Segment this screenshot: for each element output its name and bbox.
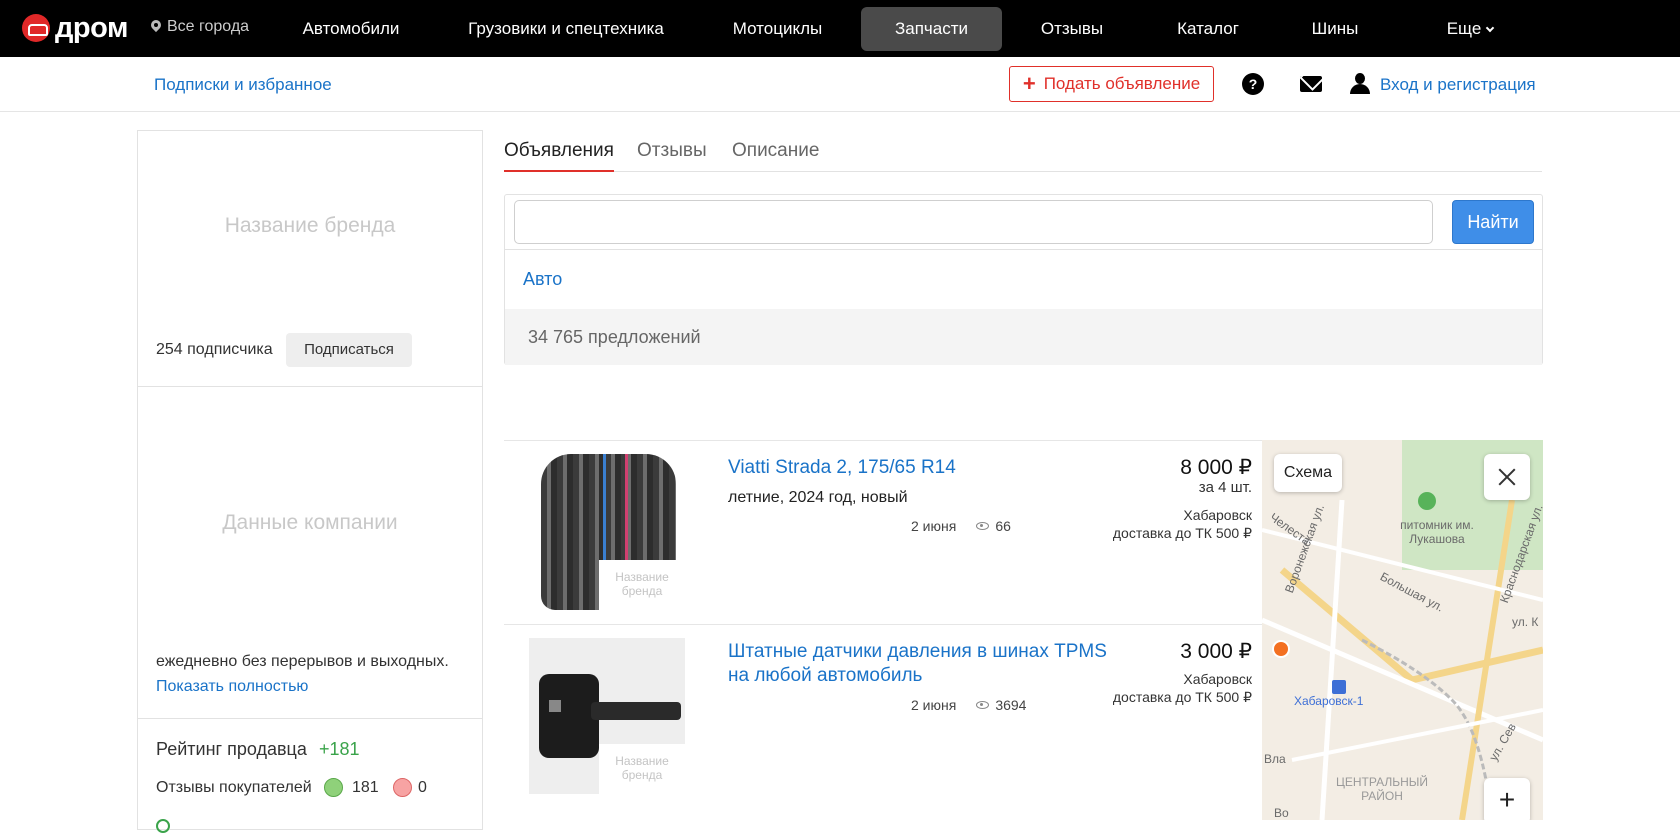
divider [138,718,482,719]
eye-icon [976,701,990,709]
working-hours: ежедневно без перерывов и выходных. [156,653,449,670]
listing-photo[interactable]: Название бренда [529,638,685,794]
brand-watermark: Название бренда [599,744,685,794]
listing-quantity: за 4 шт. [1198,479,1252,496]
map-panel[interactable]: питомник им. Лукашова Воронежская ул. Че… [1262,440,1543,820]
find-button[interactable]: Найти [1452,200,1534,244]
help-icon[interactable]: ? [1242,73,1264,95]
positive-smiley-icon [324,778,343,797]
listing-title[interactable]: Viatti Strada 2, 175/65 R14 [728,456,1108,480]
negative-smiley-icon [393,778,412,797]
park-icon [1418,492,1436,510]
plus-icon: + [1022,71,1036,96]
category-link-auto[interactable]: Авто [523,269,562,290]
listing-title[interactable]: Штатные датчики давления в шинах TPMS на… [728,640,1108,688]
subscriptions-link[interactable]: Подписки и избранное [154,75,332,95]
city-label: Все города [167,18,250,35]
seller-rating-label: Рейтинг продавца [156,739,307,759]
divider [505,249,1542,250]
top-nav: дром Все города Автомобили Грузовики и с… [0,0,1680,57]
subscribe-button[interactable]: Подписаться [286,333,412,367]
seller-rating-value: +181 [319,739,360,759]
location-marker-icon[interactable] [1272,640,1290,658]
listings-list: Название бренда Viatti Strada 2, 175/65 … [504,440,1262,820]
chevron-down-icon [1486,23,1495,33]
nav-item-motorcycles[interactable]: Мотоциклы [722,7,833,51]
listing-views: 3694 [995,697,1027,713]
listing-meta: 2 июня 3694 [911,697,1026,713]
login-link[interactable]: Вход и регистрация [1380,75,1536,95]
nav-item-more[interactable]: Еще [1420,7,1520,51]
content-tabs: Объявления Отзывы Описание [504,130,1542,172]
listing-photo[interactable]: Название бренда [529,454,685,610]
map-label-station: Хабаровск-1 [1294,694,1364,708]
map-label-district: ЦЕНТРАЛЬНЫЙ РАЙОН [1335,775,1428,803]
listing-city: Хабаровск [1183,671,1252,687]
post-ad-label: Подать объявление [1043,74,1201,93]
user-icon[interactable] [1350,73,1370,95]
listing-row[interactable]: Название бренда Штатные датчики давления… [504,624,1262,808]
listing-price: 8 000 ₽ [1180,456,1252,479]
city-selector[interactable]: Все города [151,18,249,36]
listing-specs: летние, 2024 год, новый [728,489,908,506]
zoom-in-button[interactable]: + [1484,778,1530,820]
sub-header: Подписки и избранное + Подать объявление… [0,57,1680,112]
tab-reviews[interactable]: Отзывы [637,140,707,172]
map-label-nursery: питомник им. Лукашова [1400,518,1474,546]
listing-delivery: доставка до ТК 500 ₽ [1112,525,1252,541]
close-map-button[interactable] [1484,454,1530,500]
nav-item-catalog[interactable]: Каталог [1166,7,1250,51]
brand-watermark: Название бренда [599,560,685,610]
tab-description[interactable]: Описание [732,140,819,172]
listing-date: 2 июня [911,518,957,534]
sensor-stem-shape [591,702,681,720]
company-data-placeholder: Данные компании [222,511,398,534]
buyer-reviews-label: Отзывы покупателей [156,779,312,796]
location-pin-icon [151,20,161,34]
listing-row[interactable]: Название бренда Viatti Strada 2, 175/65 … [504,440,1262,624]
post-ad-button[interactable]: + Подать объявление [1009,66,1214,102]
listing-city: Хабаровск [1183,507,1252,523]
subscribers-count: 254 подписчика [156,341,273,358]
map-label-vla: Вла [1264,752,1286,766]
show-all-link[interactable]: Показать полностью [156,678,308,696]
seller-sidebar: Название бренда 254 подписчика Подписать… [137,130,483,833]
listing-date: 2 июня [911,697,957,713]
positive-reviews-count: 181 [352,779,379,796]
listing-delivery: доставка до ТК 500 ₽ [1112,689,1252,705]
logo-text: дром [55,12,128,44]
offers-count: 34 765 предложений [528,327,701,347]
divider [138,386,482,387]
nav-more-label: Еще [1446,19,1482,38]
listing-meta: 2 июня 66 [911,518,1011,534]
nav-item-cars[interactable]: Автомобили [289,7,413,51]
map-label-ulk: ул. К [1512,615,1539,629]
nav-item-parts[interactable]: Запчасти [861,7,1002,51]
negative-reviews-count: 0 [418,779,427,796]
status-dot-icon [156,819,170,833]
drom-logo-icon [22,14,50,42]
sensor-body-shape [539,674,599,758]
map-schema-button[interactable]: Схема [1274,454,1342,492]
search-input[interactable] [514,200,1433,244]
nav-item-reviews[interactable]: Отзывы [1032,7,1112,51]
drom-logo[interactable]: дром [22,13,128,43]
listing-views: 66 [995,518,1011,534]
mail-icon[interactable] [1300,76,1322,92]
search-panel: Найти Авто 34 765 предложений [504,194,1543,365]
railway-station-icon [1332,680,1346,694]
brand-name-placeholder: Название бренда [224,214,396,237]
listing-price: 3 000 ₽ [1180,640,1252,663]
eye-icon [976,522,990,530]
nav-item-trucks[interactable]: Грузовики и спецтехника [460,7,672,51]
map-label-vo: Во [1274,806,1289,820]
tab-listings[interactable]: Объявления [504,140,614,172]
nav-item-tires[interactable]: Шины [1303,7,1367,51]
